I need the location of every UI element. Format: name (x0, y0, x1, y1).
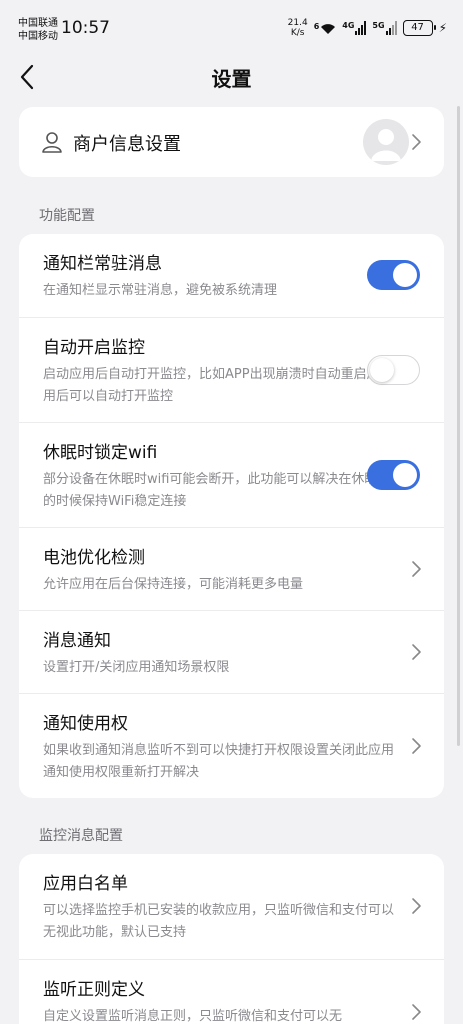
section-label-function-config: 功能配置 (39, 208, 95, 224)
user-icon (42, 132, 62, 153)
merchant-settings-label: 商户信息设置 (73, 134, 181, 155)
setting-title: 电池优化检测 (43, 548, 145, 568)
setting-row-message-notification[interactable]: 消息通知 设置打开/关闭应用通知场景权限 (19, 610, 444, 693)
section-label-monitor-config: 监控消息配置 (39, 828, 123, 844)
monitor-config-card: 应用白名单 可以选择监控手机已安装的收款应用，只监听微信和支付可以无视此功能，默… (19, 854, 444, 1024)
setting-title: 应用白名单 (43, 874, 128, 894)
net2-label: 5G (372, 21, 385, 30)
chevron-right-icon (412, 1004, 421, 1020)
network-speed: 21.4 K/s (288, 18, 308, 38)
wifi-label: 6 (313, 21, 320, 31)
setting-row-app-whitelist[interactable]: 应用白名单 可以选择监控手机已安装的收款应用，只监听微信和支付可以无视此功能，默… (19, 854, 444, 959)
setting-title: 消息通知 (43, 631, 111, 651)
avatar[interactable] (363, 119, 409, 165)
scrollbar[interactable] (457, 106, 460, 746)
function-config-card: 通知栏常驻消息 在通知栏显示常驻消息，避免被系统清理 自动开启监控 启动应用后自… (19, 234, 444, 798)
carrier-info: 中国联通 中国移动 (18, 17, 58, 43)
chevron-right-icon (412, 134, 421, 150)
speed-unit: K/s (290, 28, 305, 38)
setting-description: 在通知栏显示常驻消息，避免被系统清理 (43, 283, 278, 298)
status-clock: 10:57 (61, 18, 110, 38)
setting-row-notification-access[interactable]: 通知使用权 如果收到通知消息监听不到可以快捷打开权限设置关闭此应用通知使用权限重… (19, 693, 444, 798)
merchant-settings-card[interactable]: 商户信息设置 (19, 107, 444, 177)
setting-row-auto-start-monitor[interactable]: 自动开启监控 启动应用后自动打开监控，比如APP出现崩溃时自动重启应用后可以自动… (19, 317, 444, 422)
battery-icon: 47 (402, 20, 436, 36)
avatar-placeholder-icon (371, 129, 401, 161)
setting-title: 监听正则定义 (43, 980, 145, 1000)
setting-row-lock-wifi[interactable]: 休眠时锁定wifi 部分设备在休眠时wifi可能会断开，此功能可以解决在休眠的时… (19, 422, 444, 527)
setting-title: 休眠时锁定wifi (43, 443, 158, 463)
chevron-right-icon (412, 898, 421, 914)
signal-4g-icon: 4G (342, 21, 367, 35)
chevron-right-icon (412, 644, 421, 660)
wifi-icon: 6 (314, 22, 337, 35)
setting-description: 启动应用后自动打开监控，比如APP出现崩溃时自动重启应用后可以自动打开监控 (43, 367, 380, 404)
setting-description: 设置打开/关闭应用通知场景权限 (43, 660, 230, 675)
setting-title: 自动开启监控 (43, 338, 145, 358)
carrier-2: 中国移动 (18, 31, 58, 42)
net1-label: 4G (342, 21, 355, 30)
setting-description: 自定义设置监听消息正则，只监听微信和支付可以无 (43, 1009, 343, 1024)
setting-row-regex-definition[interactable]: 监听正则定义 自定义设置监听消息正则，只监听微信和支付可以无 (19, 959, 444, 1024)
persistent-notification-toggle[interactable] (367, 260, 420, 290)
setting-row-battery-optimization[interactable]: 电池优化检测 允许应用在后台保持连接，可能消耗更多电量 (19, 527, 444, 610)
setting-description: 允许应用在后台保持连接，可能消耗更多电量 (43, 577, 304, 592)
speed-value: 21.4 (287, 18, 308, 28)
setting-row-persistent-notification[interactable]: 通知栏常驻消息 在通知栏显示常驻消息，避免被系统清理 (19, 234, 444, 317)
lock-wifi-toggle[interactable] (367, 460, 420, 490)
status-icons: 21.4 K/s 6 4G 5G 47 ⚡ (288, 18, 447, 38)
chevron-right-icon (412, 561, 421, 577)
setting-description: 可以选择监控手机已安装的收款应用，只监听微信和支付可以无视此功能，默认已支持 (43, 903, 395, 940)
setting-title: 通知使用权 (43, 714, 128, 734)
auto-start-monitor-toggle[interactable] (367, 355, 420, 385)
charging-icon: ⚡ (438, 21, 447, 35)
chevron-right-icon (412, 738, 421, 754)
setting-description: 部分设备在休眠时wifi可能会断开，此功能可以解决在休眠的时候保持WiFi稳定连… (43, 472, 378, 509)
status-bar: 中国联通 中国移动 10:57 21.4 K/s 6 4G 5G 47 ⚡ (0, 0, 463, 56)
carrier-1: 中国联通 (18, 18, 58, 29)
setting-title: 通知栏常驻消息 (43, 254, 162, 274)
setting-description: 如果收到通知消息监听不到可以快捷打开权限设置关闭此应用通知使用权限重新打开解决 (43, 743, 395, 780)
signal-5g-icon: 5G (372, 21, 397, 35)
page-title: 设置 (211, 67, 252, 91)
